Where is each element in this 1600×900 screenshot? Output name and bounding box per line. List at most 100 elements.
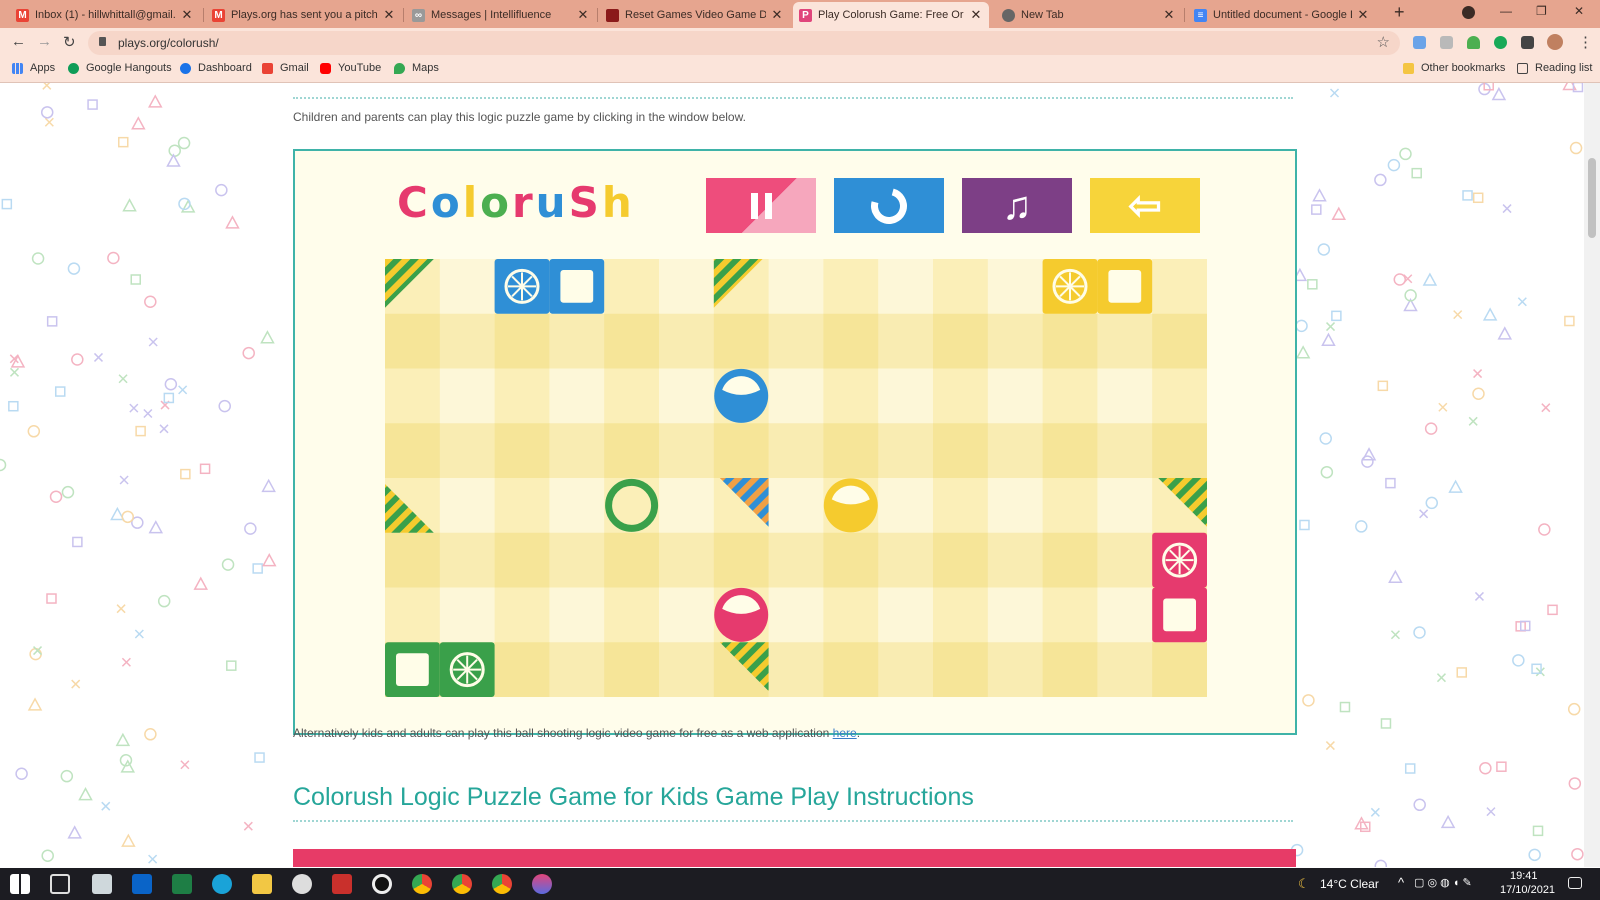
outlook-icon[interactable] xyxy=(132,874,152,894)
browser-tab[interactable]: ≡ Untitled document - Google Do ✕ xyxy=(1188,2,1376,28)
board-cell xyxy=(549,368,605,424)
board-cell xyxy=(439,423,496,479)
extension-icon[interactable] xyxy=(1413,36,1426,49)
intro-text: Children and parents can play this logic… xyxy=(293,110,746,124)
close-window-icon[interactable]: ✕ xyxy=(1574,4,1584,18)
music-button[interactable]: ♫ xyxy=(962,178,1072,233)
forward-arrow-icon[interactable]: → xyxy=(37,33,52,50)
weather-text[interactable]: 14°C Clear xyxy=(1320,877,1379,891)
alternative-text: Alternatively kids and adults can play t… xyxy=(293,726,861,740)
close-tab-icon[interactable]: ✕ xyxy=(770,7,784,23)
board-cell xyxy=(878,478,934,534)
address-bar[interactable]: plays.org/colorush/ ☆ xyxy=(88,31,1400,55)
close-tab-icon[interactable]: ✕ xyxy=(969,7,983,23)
close-tab-icon[interactable]: ✕ xyxy=(1356,7,1370,23)
menu-kebab-icon[interactable]: ⋮ xyxy=(1578,33,1593,51)
other-bookmarks[interactable]: Other bookmarks xyxy=(1403,62,1505,74)
reading-list-icon xyxy=(1517,62,1528,74)
game-frame[interactable]: ColoruSh ♫ ⇦ xyxy=(293,149,1297,735)
bookmark-maps[interactable]: Maps xyxy=(394,62,439,74)
obs-icon[interactable] xyxy=(372,874,392,894)
clock-time[interactable]: 19:41 xyxy=(1510,870,1538,882)
browser-tab-active[interactable]: P Play Colorush Game: Free Or ✕ xyxy=(793,2,989,28)
instructions-heading: Colorush Logic Puzzle Game for Kids Game… xyxy=(293,783,974,811)
bookmark-star-icon[interactable]: ☆ xyxy=(1377,33,1390,51)
board-cell xyxy=(494,642,550,697)
close-tab-icon[interactable]: ✕ xyxy=(1162,7,1176,23)
apps-grid-icon xyxy=(12,62,23,74)
docs-icon: ≡ xyxy=(1194,8,1207,22)
exit-button[interactable]: ⇦ xyxy=(1090,178,1200,233)
browser-tab[interactable]: Reset Games Video Game Devel ✕ xyxy=(600,2,790,28)
game-board[interactable] xyxy=(385,259,1207,697)
task-view-icon[interactable] xyxy=(50,874,70,894)
board-cell xyxy=(1042,532,1098,588)
board-cell xyxy=(768,259,824,315)
board-cell xyxy=(439,532,496,588)
excel-icon[interactable] xyxy=(172,874,192,894)
restart-button[interactable] xyxy=(834,178,944,233)
close-tab-icon[interactable]: ✕ xyxy=(382,7,396,23)
board-cell xyxy=(933,587,989,643)
minimize-icon[interactable]: — xyxy=(1500,4,1512,18)
extension-icon[interactable] xyxy=(1440,36,1453,49)
tab-search-icon[interactable] xyxy=(1462,6,1475,19)
reload-icon[interactable]: ↻ xyxy=(63,33,76,51)
edge-icon[interactable] xyxy=(212,874,232,894)
back-arrow-icon[interactable]: ← xyxy=(11,33,26,50)
browser-tab[interactable]: New Tab ✕ xyxy=(996,2,1182,28)
bookmark-apps[interactable]: Apps xyxy=(12,62,55,74)
page-scrollbar[interactable] xyxy=(1584,83,1600,867)
chrome-icon[interactable] xyxy=(412,874,432,894)
logo-letter: S xyxy=(568,178,602,227)
windows-start-icon[interactable] xyxy=(10,874,30,894)
close-tab-icon[interactable]: ✕ xyxy=(576,7,590,23)
file-explorer-icon[interactable] xyxy=(252,874,272,894)
youtube-icon xyxy=(320,62,331,74)
grammarly-icon[interactable] xyxy=(1494,36,1507,49)
board-cell xyxy=(549,587,605,643)
tray-icons[interactable]: ▢ ◎ ◍ ◖ ✎ xyxy=(1414,876,1472,889)
bookmarks-bar: Apps Google Hangouts Dashboard Gmail You… xyxy=(0,57,1600,83)
board-cell xyxy=(987,368,1044,424)
bookmark-gmail[interactable]: Gmail xyxy=(262,62,309,74)
bookmark-dashboard[interactable]: Dashboard xyxy=(180,62,252,74)
bookmark-youtube[interactable]: YouTube xyxy=(320,62,381,74)
ball-blue xyxy=(714,368,769,423)
reading-list[interactable]: Reading list xyxy=(1517,62,1592,74)
chrome-profile-icon[interactable] xyxy=(492,874,512,894)
notifications-icon[interactable] xyxy=(1568,877,1582,889)
pause-button[interactable] xyxy=(706,178,816,233)
board-cell xyxy=(987,259,1044,315)
board-cell xyxy=(659,532,715,588)
board-cell xyxy=(933,423,989,479)
clock-date[interactable]: 17/10/2021 xyxy=(1500,884,1555,896)
browser-tab[interactable]: M Inbox (1) - hillwhittall@gmail.co ✕ xyxy=(10,2,200,28)
board-cell xyxy=(385,423,441,479)
browser-tab[interactable]: M Plays.org has sent you a pitch. - ✕ xyxy=(206,2,402,28)
browser-tab[interactable]: ∞ Messages | Intellifluence ✕ xyxy=(406,2,596,28)
new-tab-button[interactable]: + xyxy=(1394,2,1405,23)
cannon-pink xyxy=(1152,532,1207,643)
board-cell xyxy=(878,259,934,315)
bookmark-google-hangouts[interactable]: Google Hangouts xyxy=(68,62,172,74)
chrome-profile-icon[interactable] xyxy=(452,874,472,894)
close-tab-icon[interactable]: ✕ xyxy=(180,7,194,23)
calculator-icon[interactable] xyxy=(92,874,112,894)
windows-taskbar: ☾ 14°C Clear ^ ▢ ◎ ◍ ◖ ✎ 19:41 17/10/202… xyxy=(0,868,1600,900)
profile-avatar[interactable] xyxy=(1547,34,1563,50)
app-drop-icon[interactable] xyxy=(532,874,552,894)
scrollbar-thumb[interactable] xyxy=(1588,158,1596,238)
exit-arrow-icon: ⇦ xyxy=(1128,183,1162,228)
board-cell xyxy=(604,587,660,643)
puzzle-extensions-icon[interactable] xyxy=(1521,36,1534,49)
restore-icon[interactable]: ❐ xyxy=(1536,4,1547,18)
app-icon[interactable] xyxy=(332,874,352,894)
board-cell xyxy=(878,587,934,643)
here-link[interactable]: here xyxy=(833,726,857,740)
tray-chevron-icon[interactable]: ^ xyxy=(1398,875,1404,890)
media-player-icon[interactable] xyxy=(292,874,312,894)
board-cell xyxy=(878,368,934,424)
extension-icon[interactable] xyxy=(1467,36,1480,49)
board-cell xyxy=(768,478,824,534)
